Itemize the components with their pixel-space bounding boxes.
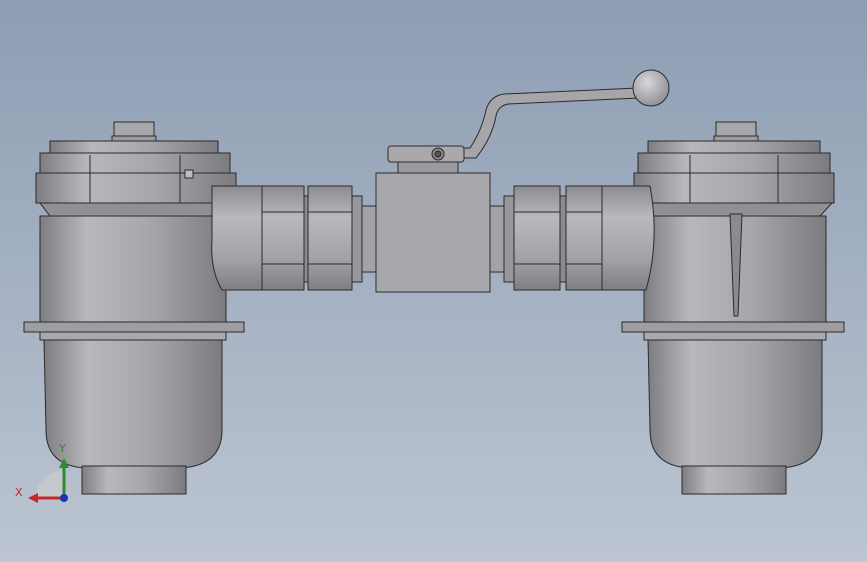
right-flange — [621, 321, 845, 333]
right-outlet — [681, 465, 787, 495]
right-hex-nut-1 — [513, 185, 561, 291]
valve-stem — [387, 145, 465, 163]
left-bowl — [43, 339, 223, 469]
valve-handle — [461, 87, 641, 159]
valve-body — [375, 172, 491, 293]
right-cap — [647, 140, 821, 154]
left-side-port — [211, 185, 263, 291]
z-axis-dot — [60, 494, 68, 502]
left-outlet — [81, 465, 187, 495]
right-pipe-fittings[interactable] — [489, 185, 603, 291]
left-flange — [23, 321, 245, 333]
left-cap — [49, 140, 219, 154]
y-axis-label: Y — [59, 442, 66, 455]
handle-knob — [632, 69, 670, 107]
right-bowl — [647, 339, 823, 469]
graphics-viewport[interactable]: Y X — [0, 0, 867, 562]
axis-triad — [28, 458, 69, 503]
left-hex-nut-2 — [307, 185, 353, 291]
right-filter-housing[interactable] — [621, 121, 845, 495]
left-hex-nut-1 — [261, 185, 305, 291]
right-side-port — [599, 185, 655, 291]
left-filter-housing[interactable] — [23, 121, 245, 495]
right-hex-nut-2 — [565, 185, 603, 291]
left-pipe-fittings[interactable] — [261, 185, 377, 291]
x-axis-label: X — [15, 486, 23, 499]
left-body — [39, 215, 227, 325]
assembly-model[interactable] — [0, 0, 867, 562]
